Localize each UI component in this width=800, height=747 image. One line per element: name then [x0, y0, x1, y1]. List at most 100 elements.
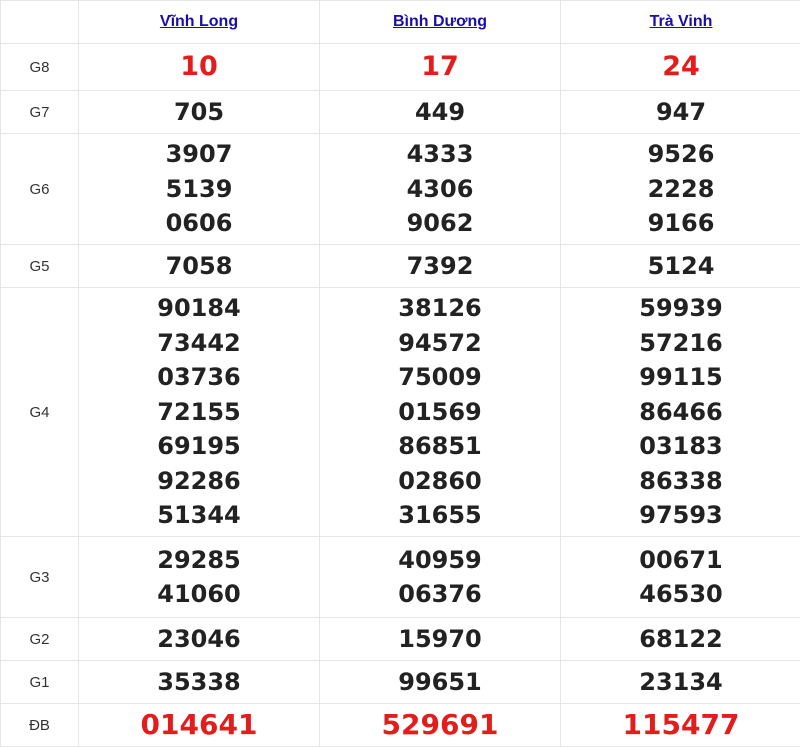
prize-number: 94572 — [320, 326, 560, 361]
prize-number: 24 — [561, 50, 800, 85]
prize-number: 51344 — [79, 498, 319, 533]
lottery-results-table: Vĩnh Long Bình Dương Trà Vinh G8 10 17 2… — [0, 0, 800, 747]
prize-number: 705 — [79, 95, 319, 130]
province-link-tra-vinh[interactable]: Trà Vinh — [650, 13, 713, 30]
prize-cell: 10 — [79, 44, 320, 91]
prize-row-special: ĐB 014641 529691 115477 — [1, 704, 800, 747]
prize-number: 69195 — [79, 429, 319, 464]
header-blank — [1, 1, 79, 44]
prize-cell: 3907 5139 0606 — [79, 134, 320, 245]
prize-cell: 7058 — [79, 245, 320, 288]
prize-number: 947 — [561, 95, 800, 130]
prize-number: 17 — [320, 50, 560, 85]
prize-number: 57216 — [561, 326, 800, 361]
prize-number: 7058 — [79, 249, 319, 284]
prize-cell: 17 — [320, 44, 561, 91]
prize-number: 72155 — [79, 395, 319, 430]
prize-number: 00671 — [561, 543, 800, 578]
prize-number: 86851 — [320, 429, 560, 464]
prize-cell: 449 — [320, 91, 561, 134]
prize-cell: 4333 4306 9062 — [320, 134, 561, 245]
prize-row-g8: G8 10 17 24 — [1, 44, 800, 91]
prize-number: 23134 — [561, 665, 800, 700]
province-link-binh-duong[interactable]: Bình Dương — [393, 13, 487, 30]
header-province-1: Vĩnh Long — [79, 1, 320, 44]
prize-number: 68122 — [561, 622, 800, 657]
prize-cell: 9526 2228 9166 — [561, 134, 800, 245]
prize-cell: 15970 — [320, 618, 561, 661]
prize-number: 86338 — [561, 464, 800, 499]
header-province-3: Trà Vinh — [561, 1, 800, 44]
prize-number: 75009 — [320, 360, 560, 395]
prize-cell: 00671 46530 — [561, 537, 800, 618]
prize-number: 15970 — [320, 622, 560, 657]
prize-number: 90184 — [79, 291, 319, 326]
prize-cell: 59939 57216 99115 86466 03183 86338 9759… — [561, 288, 800, 537]
prize-number: 2228 — [561, 172, 800, 207]
prize-cell: 68122 — [561, 618, 800, 661]
prize-cell: 5124 — [561, 245, 800, 288]
prize-number: 99115 — [561, 360, 800, 395]
prize-cell: 35338 — [79, 661, 320, 704]
prize-cell: 90184 73442 03736 72155 69195 92286 5134… — [79, 288, 320, 537]
prize-number: 5124 — [561, 249, 800, 284]
prize-number: 31655 — [320, 498, 560, 533]
special-prize-number: 115477 — [561, 708, 800, 743]
prize-cell: 99651 — [320, 661, 561, 704]
special-prize-number: 014641 — [79, 708, 319, 743]
prize-cell: 40959 06376 — [320, 537, 561, 618]
prize-cell: 115477 — [561, 704, 800, 747]
prize-row-g3: G3 29285 41060 40959 06376 00671 46530 — [1, 537, 800, 618]
prize-number: 86466 — [561, 395, 800, 430]
prize-cell: 7392 — [320, 245, 561, 288]
prize-cell: 29285 41060 — [79, 537, 320, 618]
prize-label: G7 — [1, 91, 79, 134]
prize-number: 41060 — [79, 577, 319, 612]
province-link-vinh-long[interactable]: Vĩnh Long — [160, 13, 238, 30]
header-row: Vĩnh Long Bình Dương Trà Vinh — [1, 1, 800, 44]
prize-label: G8 — [1, 44, 79, 91]
prize-number: 03736 — [79, 360, 319, 395]
prize-number: 59939 — [561, 291, 800, 326]
prize-number: 40959 — [320, 543, 560, 578]
prize-number: 02860 — [320, 464, 560, 499]
prize-label: G3 — [1, 537, 79, 618]
prize-number: 3907 — [79, 137, 319, 172]
prize-row-g4: G4 90184 73442 03736 72155 69195 92286 5… — [1, 288, 800, 537]
prize-number: 10 — [79, 50, 319, 85]
prize-number: 73442 — [79, 326, 319, 361]
prize-cell: 014641 — [79, 704, 320, 747]
prize-label: G2 — [1, 618, 79, 661]
prize-row-g5: G5 7058 7392 5124 — [1, 245, 800, 288]
prize-number: 46530 — [561, 577, 800, 612]
prize-number: 97593 — [561, 498, 800, 533]
prize-number: 03183 — [561, 429, 800, 464]
prize-number: 38126 — [320, 291, 560, 326]
prize-number: 5139 — [79, 172, 319, 207]
prize-cell: 23046 — [79, 618, 320, 661]
prize-number: 06376 — [320, 577, 560, 612]
prize-number: 0606 — [79, 206, 319, 241]
prize-number: 92286 — [79, 464, 319, 499]
prize-number: 35338 — [79, 665, 319, 700]
prize-label: G1 — [1, 661, 79, 704]
prize-number: 23046 — [79, 622, 319, 657]
prize-label: G4 — [1, 288, 79, 537]
prize-cell: 23134 — [561, 661, 800, 704]
prize-cell: 705 — [79, 91, 320, 134]
prize-row-g6: G6 3907 5139 0606 4333 4306 9062 9526 22… — [1, 134, 800, 245]
prize-number: 449 — [320, 95, 560, 130]
prize-row-g2: G2 23046 15970 68122 — [1, 618, 800, 661]
prize-cell: 947 — [561, 91, 800, 134]
header-province-2: Bình Dương — [320, 1, 561, 44]
special-prize-number: 529691 — [320, 708, 560, 743]
prize-number: 9526 — [561, 137, 800, 172]
prize-number: 7392 — [320, 249, 560, 284]
prize-label: G5 — [1, 245, 79, 288]
prize-cell: 38126 94572 75009 01569 86851 02860 3165… — [320, 288, 561, 537]
prize-number: 01569 — [320, 395, 560, 430]
prize-number: 99651 — [320, 665, 560, 700]
prize-number: 4333 — [320, 137, 560, 172]
prize-label: G6 — [1, 134, 79, 245]
prize-cell: 529691 — [320, 704, 561, 747]
